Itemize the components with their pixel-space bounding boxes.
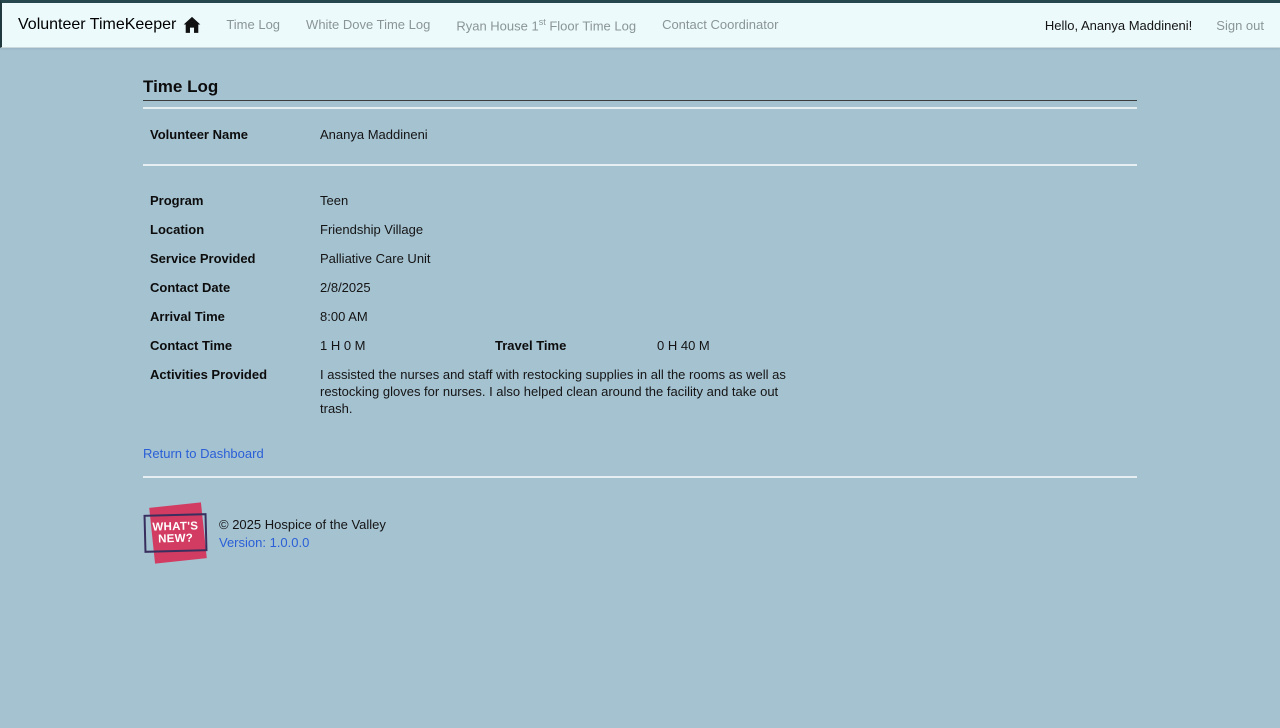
field-value-program: Teen [320,193,349,208]
return-to-dashboard-link[interactable]: Return to Dashboard [143,446,264,461]
field-value-contact-date: 2/8/2025 [320,280,371,295]
nav-item-contact-coordinator[interactable]: Contact Coordinator [649,9,791,40]
navbar: Volunteer TimeKeeper Time Log White Dove… [0,0,1280,48]
footer: WHAT'S NEW? © 2025 Hospice of the Valley… [143,502,1137,564]
user-greeting-link[interactable]: Hello, Ananya Maddineni! [1033,10,1204,41]
field-label-activities-provided: Activities Provided [150,367,268,382]
field-row-location: Location Friendship Village [143,221,1137,238]
field-label-location: Location [150,222,205,237]
field-row-program: Program Teen [143,192,1137,209]
field-label-arrival-time: Arrival Time [150,309,225,324]
field-row-contact-date: Contact Date 2/8/2025 [143,279,1137,296]
footer-text: © 2025 Hospice of the Valley Version: 1.… [219,516,386,551]
field-row-service-provided: Service Provided Palliative Care Unit [143,250,1137,267]
nav-item-time-log[interactable]: Time Log [213,9,293,40]
field-value-service-provided: Palliative Care Unit [320,251,431,266]
ryan-label-pre: Ryan House 1 [456,18,539,34]
field-row-volunteer-name: Volunteer Name Ananya Maddineni [143,126,1137,143]
whats-new-badge[interactable]: WHAT'S NEW? [143,502,210,564]
field-row-contact-travel-time: Contact Time 1 H 0 M Travel Time 0 H 40 … [143,337,1137,354]
ryan-label-post: Floor Time Log [545,18,637,34]
field-value-travel-time: 0 H 40 M [657,338,710,353]
nav-item-ryan-house-time-log[interactable]: Ryan House 1st Floor Time Log [443,9,649,41]
field-row-activities-provided: Activities Provided I assisted the nurse… [143,366,1137,417]
whats-new-line2: NEW? [157,532,194,546]
field-label-service-provided: Service Provided [150,251,256,266]
field-label-volunteer-name: Volunteer Name [150,127,249,142]
house-icon [184,16,201,33]
field-value-arrival-time: 8:00 AM [320,309,368,324]
version-link[interactable]: Version: 1.0.0.0 [219,534,386,551]
field-label-contact-date: Contact Date [150,280,231,295]
whats-new-badge-frame: WHAT'S NEW? [143,513,208,553]
field-value-location: Friendship Village [320,222,424,237]
field-label-program: Program [150,193,204,208]
navbar-right: Hello, Ananya Maddineni! Sign out [1033,10,1264,41]
nav-links: Time Log White Dove Time Log Ryan House … [213,9,791,41]
field-rows: Program Teen Location Friendship Village… [143,192,1137,417]
copyright-text: © 2025 Hospice of the Valley [219,516,386,532]
page-title: Time Log [143,77,1137,101]
nav-item-white-dove-time-log[interactable]: White Dove Time Log [293,9,443,40]
brand-link[interactable]: Volunteer TimeKeeper [18,16,201,34]
sign-out-link[interactable]: Sign out [1204,10,1264,41]
title-divider [143,107,1137,109]
footer-divider [143,476,1137,478]
ryan-label-sup: st [538,16,546,27]
field-label-contact-time: Contact Time [150,338,233,353]
field-value-volunteer-name: Ananya Maddineni [320,127,428,142]
field-value-contact-time: 1 H 0 M [320,338,366,353]
field-row-arrival-time: Arrival Time 8:00 AM [143,308,1137,325]
field-label-travel-time: Travel Time [495,338,567,353]
field-value-activities-provided: I assisted the nurses and staff with res… [320,367,786,416]
brand-label: Volunteer TimeKeeper [18,16,177,33]
section-divider [143,164,1137,166]
main-content: Time Log Volunteer Name Ananya Maddineni… [143,48,1137,564]
